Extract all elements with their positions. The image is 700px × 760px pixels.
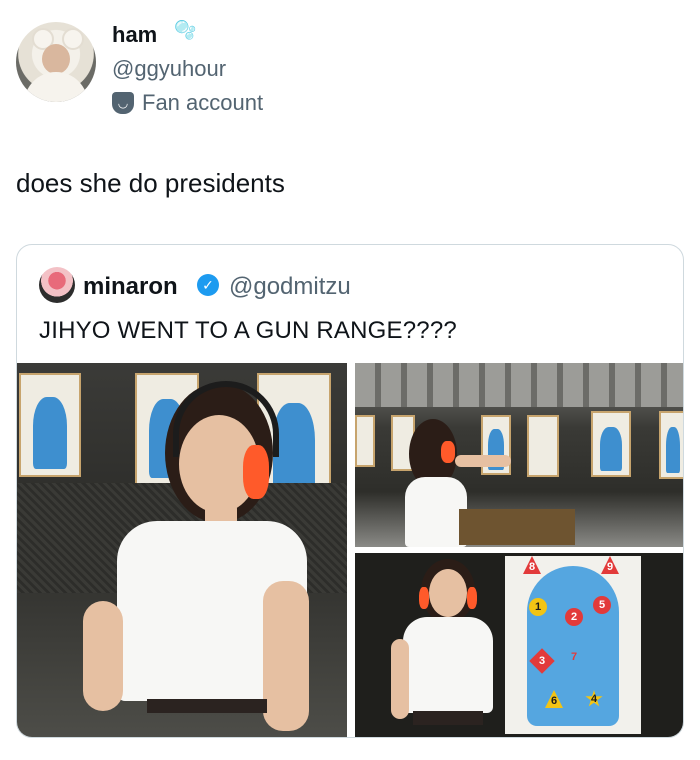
- verified-badge-icon: ✓: [197, 274, 219, 296]
- range-target: [355, 415, 375, 467]
- avatar-face: [42, 44, 70, 74]
- author-handle[interactable]: @ggyuhour: [112, 56, 226, 82]
- avatar-hood-ear: [62, 28, 84, 50]
- quoted-author-name[interactable]: minaron: [83, 273, 178, 301]
- target-marker: 9: [601, 556, 619, 574]
- photo-selfie-at-range[interactable]: [17, 363, 347, 737]
- range-target: [527, 415, 559, 477]
- shooting-bench: [459, 509, 575, 545]
- bubbles-emoji-icon: 🫧: [174, 20, 197, 40]
- woman-figure: [77, 381, 317, 737]
- target-marker: 5: [593, 596, 611, 614]
- quoted-tweet-text: JIHYO WENT TO A GUN RANGE????: [39, 317, 457, 344]
- target-silhouette: [527, 566, 619, 726]
- target-marker: 8: [523, 556, 541, 574]
- photo-shooting-at-range[interactable]: [355, 363, 683, 547]
- target-marker: 1: [529, 598, 547, 616]
- theater-mask-icon: ◡: [112, 92, 134, 114]
- range-target: [591, 411, 631, 477]
- author-avatar[interactable]: [16, 22, 96, 102]
- target-marker: 7: [570, 651, 578, 663]
- quoted-tweet-card[interactable]: minaron ✓ @godmitzu JIHYO WENT TO A GUN …: [16, 244, 684, 738]
- fan-account-text: Fan account: [142, 90, 264, 115]
- target-marker: 2: [565, 608, 583, 626]
- quoted-author-avatar[interactable]: [39, 267, 75, 303]
- author-name[interactable]: ham: [112, 22, 157, 48]
- tweet-text: does she do presidents: [16, 168, 285, 198]
- fan-account-label: ◡ Fan account: [112, 90, 263, 116]
- range-ceiling: [355, 363, 683, 407]
- range-target: [659, 411, 683, 479]
- quoted-author-handle[interactable]: @godmitzu: [229, 273, 351, 301]
- range-target: [19, 373, 81, 477]
- woman-figure: [391, 559, 511, 737]
- shooting-target-paper: 8 9 1 2 5 3 7 6 4: [505, 556, 641, 734]
- avatar-hoodie: [24, 72, 88, 102]
